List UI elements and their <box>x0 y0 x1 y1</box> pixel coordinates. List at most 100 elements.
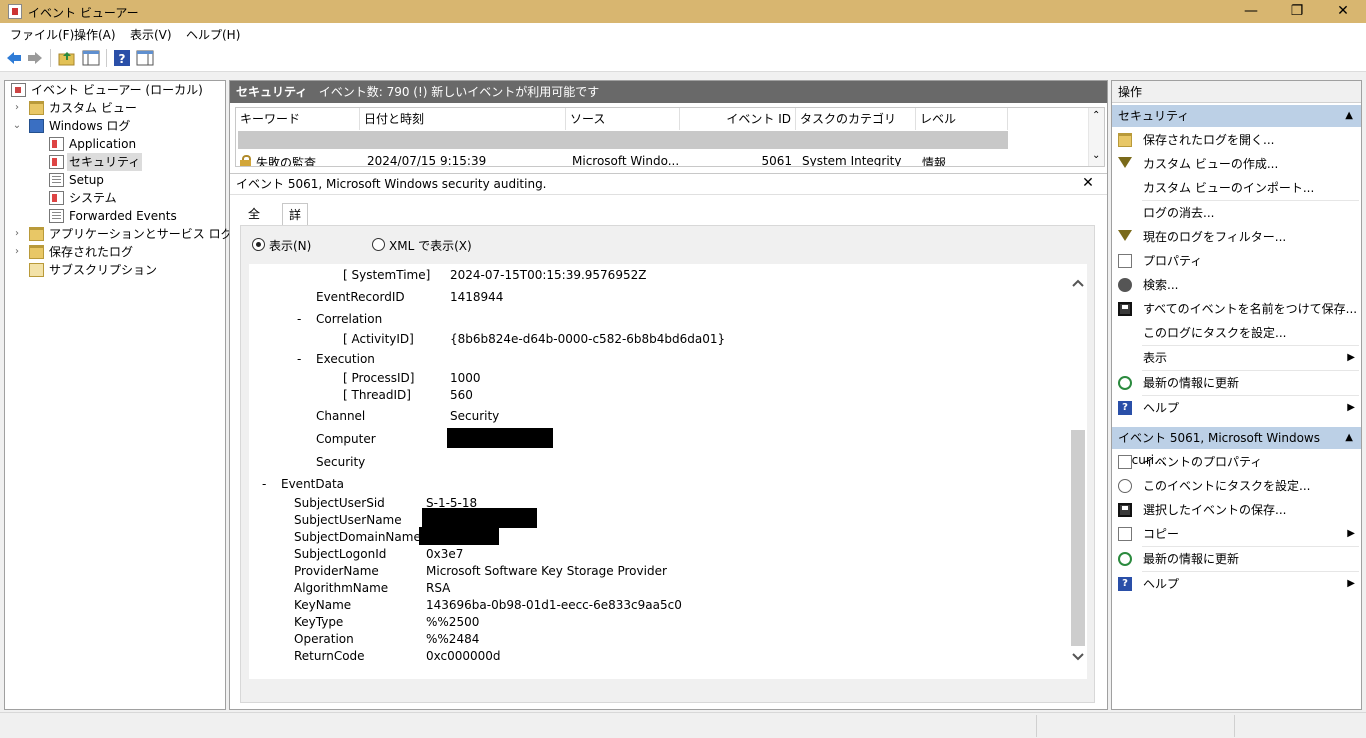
back-arrow-icon[interactable] <box>5 49 23 67</box>
expand-arrow-icon[interactable]: › <box>11 225 23 243</box>
show-hide-pane-icon[interactable] <box>82 49 100 67</box>
action-label: すべてのイベントを名前をつけて保存... <box>1143 302 1358 316</box>
cell-source[interactable]: Microsoft Windo... <box>572 154 679 166</box>
collapse-arrow-icon[interactable]: ⌄ <box>11 117 23 135</box>
tree-label: Windows ログ <box>49 119 131 133</box>
cell-task-category[interactable]: System Integrity <box>802 154 902 166</box>
radio-friendly-label[interactable]: 表示(N) <box>269 237 311 254</box>
column-header-level[interactable]: レベル <box>916 108 1008 130</box>
scrollbar-thumb[interactable] <box>1071 430 1085 646</box>
menu-file[interactable]: ファイル(F) <box>10 26 74 43</box>
field-value: 143696ba-0b98-01d1-eecc-6e833c9aa5c0 <box>426 598 682 612</box>
action-view[interactable]: 表示 ▶ <box>1112 346 1361 370</box>
column-header-event-id[interactable]: イベント ID <box>680 108 796 130</box>
menu-view[interactable]: 表示(V) <box>130 26 172 43</box>
collapse-toggle[interactable]: - <box>297 352 301 366</box>
field-key: SubjectUserName <box>294 513 402 527</box>
detail-section: EventData <box>281 477 345 491</box>
status-bar <box>0 712 1366 738</box>
collapse-up-icon[interactable]: ▲ <box>1345 427 1353 449</box>
toolbar-separator <box>106 49 107 67</box>
cell-event-id[interactable]: 5061 <box>680 154 792 166</box>
log-header: セキュリティ イベント数: 790 (!) 新しいイベントが利用可能です <box>230 81 1107 103</box>
action-label: このイベントにタスクを設定... <box>1143 479 1311 493</box>
detail-scrollbar[interactable] <box>1069 264 1087 679</box>
selected-row-highlight[interactable] <box>238 131 1008 149</box>
actions-section-event[interactable]: イベント 5061, Microsoft Windows securi... ▲ <box>1112 427 1361 467</box>
tree-label: システム <box>69 191 117 205</box>
action-attach-task-log[interactable]: このログにタスクを設定... <box>1112 321 1361 345</box>
action-event-properties[interactable]: イベントのプロパティ <box>1112 450 1361 474</box>
event-grid: キーワード 日付と時刻 ^ ソース イベント ID タスクのカテゴリ レベル 失… <box>235 107 1105 167</box>
action-save-all-events[interactable]: すべてのイベントを名前をつけて保存... <box>1112 297 1361 321</box>
action-attach-task-event[interactable]: このイベントにタスクを設定... <box>1112 474 1361 498</box>
scroll-down-icon[interactable]: ⌄ <box>1092 150 1100 161</box>
forward-arrow-icon[interactable] <box>26 49 44 67</box>
action-help-event[interactable]: ? ヘルプ ▶ <box>1112 572 1361 596</box>
filter-icon <box>1118 230 1132 241</box>
toolbar-separator <box>50 49 51 67</box>
field-key: ReturnCode <box>294 649 365 663</box>
redacted-value <box>422 508 537 528</box>
action-open-saved-log[interactable]: 保存されたログを開く... <box>1112 128 1361 152</box>
actions-section-security[interactable]: セキュリティ ▲ <box>1112 105 1361 127</box>
actions-pane: 操作 セキュリティ ▲ 保存されたログを開く... カスタム ビューの作成...… <box>1111 80 1362 710</box>
minimize-button[interactable]: — <box>1228 0 1274 23</box>
close-detail-icon[interactable]: ✕ <box>1080 175 1096 191</box>
binoculars-icon <box>1118 278 1132 292</box>
tree-label-selected: セキュリティ <box>67 153 143 171</box>
radio-xml-label[interactable]: XML で表示(X) <box>389 237 472 254</box>
lock-icon <box>240 155 251 166</box>
scroll-down-icon[interactable] <box>1072 652 1084 662</box>
detail-key: Channel <box>316 409 366 423</box>
tab-details[interactable]: 詳細 <box>282 203 309 244</box>
action-refresh[interactable]: 最新の情報に更新 <box>1112 371 1361 395</box>
cell-level[interactable]: 情報 <box>922 154 946 166</box>
field-key: SubjectDomainName <box>294 530 421 544</box>
collapse-toggle[interactable]: - <box>297 312 301 326</box>
action-save-selected-events[interactable]: 選択したイベントの保存... <box>1112 498 1361 522</box>
grid-scrollbar[interactable]: ⌃ ⌄ <box>1088 108 1104 166</box>
event-detail-header: イベント 5061, Microsoft Windows security au… <box>230 173 1107 195</box>
menu-help[interactable]: ヘルプ(H) <box>186 26 240 43</box>
action-copy[interactable]: コピー ▶ <box>1112 522 1361 546</box>
collapse-toggle[interactable]: - <box>262 477 266 491</box>
scroll-up-icon[interactable] <box>1072 278 1084 288</box>
action-import-custom-view[interactable]: カスタム ビューのインポート... <box>1112 176 1361 200</box>
help-icon[interactable]: ? <box>113 49 131 67</box>
action-clear-log[interactable]: ログの消去... <box>1112 201 1361 225</box>
expand-arrow-icon[interactable]: › <box>11 243 23 261</box>
collapse-up-icon[interactable]: ▲ <box>1345 105 1353 127</box>
tree-label: イベント ビューアー (ローカル) <box>31 83 203 97</box>
tab-general[interactable]: 全般 <box>242 203 266 243</box>
close-button[interactable]: ✕ <box>1320 0 1366 23</box>
action-help[interactable]: ? ヘルプ ▶ <box>1112 396 1361 420</box>
action-pane-icon[interactable] <box>136 49 154 67</box>
radio-friendly-view[interactable] <box>252 238 265 251</box>
folder-up-icon[interactable] <box>58 49 76 67</box>
column-header-source[interactable]: ソース <box>566 108 680 130</box>
cell-datetime[interactable]: 2024/07/15 9:15:39 <box>367 154 486 166</box>
tree-label: サブスクリプション <box>49 263 158 277</box>
column-header-keyword[interactable]: キーワード <box>236 108 360 130</box>
field-key: KeyType <box>294 615 344 629</box>
action-create-custom-view[interactable]: カスタム ビューの作成... <box>1112 152 1361 176</box>
restore-button[interactable]: ❐ <box>1274 0 1320 23</box>
cell-keyword[interactable]: 失敗の監査 <box>256 154 316 166</box>
expand-arrow-icon[interactable]: › <box>11 99 23 117</box>
action-properties[interactable]: プロパティ <box>1112 249 1361 273</box>
task-clock-icon <box>1118 479 1132 493</box>
detail-key: Security <box>316 455 366 469</box>
action-refresh-event[interactable]: 最新の情報に更新 <box>1112 547 1361 571</box>
column-header-task-category[interactable]: タスクのカテゴリ <box>796 108 916 130</box>
action-label: 最新の情報に更新 <box>1143 552 1240 566</box>
menu-action[interactable]: 操作(A) <box>74 26 116 43</box>
action-find[interactable]: 検索... <box>1112 273 1361 297</box>
event-detail-tree: [ SystemTime] 2024-07-15T00:15:39.957695… <box>249 264 1087 679</box>
submenu-arrow-icon: ▶ <box>1347 402 1355 413</box>
action-filter-current-log[interactable]: 現在のログをフィルター... <box>1112 225 1361 249</box>
windows-logs-icon <box>29 119 44 133</box>
save-icon <box>1118 503 1132 517</box>
radio-xml-view[interactable] <box>372 238 385 251</box>
scroll-up-icon[interactable]: ⌃ <box>1092 110 1100 121</box>
